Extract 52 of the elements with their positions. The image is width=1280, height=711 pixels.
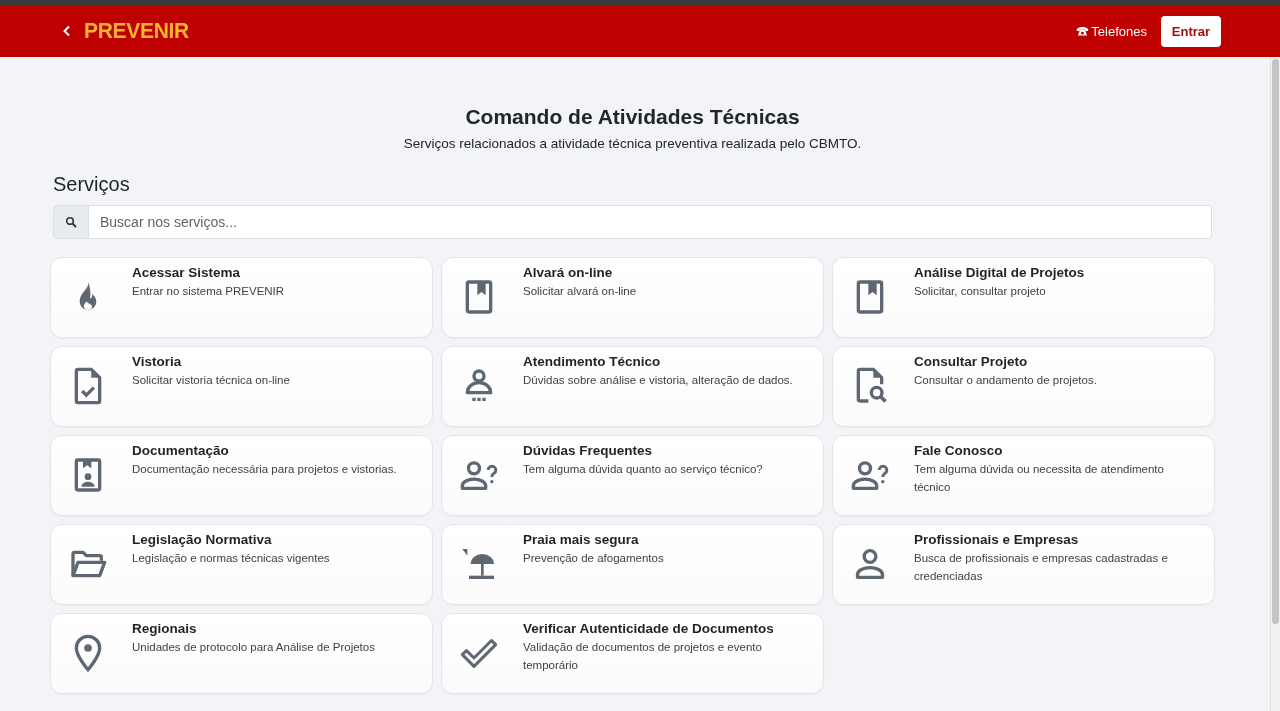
service-description: Solicitar alvará on-line: [523, 284, 637, 299]
service-title: Dúvidas Frequentes: [523, 443, 654, 459]
service-title: Alvará on-line: [523, 265, 614, 281]
service-description: Consultar o andamento de projetos.: [914, 373, 1097, 388]
service-title: Acessar Sistema: [132, 265, 242, 281]
service-card[interactable]: Fale Conosco Tem alguma dúvida ou necessita de atendimento técnico: [832, 435, 1215, 516]
phone-icon: [1076, 24, 1090, 38]
service-card[interactable]: Legislação Normativa Legislação e normas técnicas vigentes: [50, 524, 433, 605]
service-title: Fale Conosco: [914, 443, 1004, 459]
service-description: Solicitar vistoria técnica on-line: [132, 373, 290, 388]
search-button[interactable]: [53, 205, 89, 239]
phone-link[interactable]: Telefones: [1076, 23, 1147, 39]
service-card[interactable]: Vistoria Solicitar vistoria técnica on-line: [50, 346, 433, 427]
service-card[interactable]: Verificar Autenticidade de Documentos Validação de documentos de projetos e evento temporário: [441, 613, 824, 694]
service-card[interactable]: Dúvidas Frequentes Tem alguma dúvida quanto ao serviço técnico?: [441, 435, 824, 516]
section-title: Serviços: [53, 172, 131, 197]
logo[interactable]: PREVENIR: [84, 18, 189, 44]
service-description: Dúvidas sobre análise e vistoria, alteração de dados.: [523, 373, 793, 388]
service-description: Busca de profissionais e empresas cadastradas e credenciadas: [914, 551, 1169, 584]
service-card[interactable]: Praia mais segura Prevenção de afogamentos: [441, 524, 824, 605]
service-card[interactable]: Regionais Unidades de protocolo para Análise de Projetos: [50, 613, 433, 694]
service-description: Solicitar, consultar projeto: [914, 284, 1047, 299]
service-description: Unidades de protocolo para Análise de Projetos: [132, 640, 375, 655]
service-description: Tem alguma dúvida quanto ao serviço técnico?: [523, 462, 763, 477]
service-card[interactable]: Documentação Documentação necessária para projetos e vistorias.: [50, 435, 433, 516]
service-title: Análise Digital de Projetos: [914, 265, 1085, 281]
service-description: Validação de documentos de projetos e evento temporário: [523, 640, 763, 673]
service-card[interactable]: Acessar Sistema Entrar no sistema PREVENIR: [50, 257, 433, 338]
service-title: Profissionais e Empresas: [914, 532, 1080, 548]
service-card[interactable]: Atendimento Técnico Dúvidas sobre análise e vistoria, alteração de dados.: [441, 346, 824, 427]
login-button[interactable]: Entrar: [1161, 15, 1221, 47]
service-card[interactable]: Consultar Projeto Consultar o andamento de projetos.: [832, 346, 1215, 427]
service-description: Legislação e normas técnicas vigentes: [132, 551, 330, 566]
service-title: Praia mais segura: [523, 532, 640, 548]
service-description: Prevenção de afogamentos: [523, 551, 664, 566]
service-title: Verificar Autenticidade de Documentos: [523, 621, 775, 637]
service-title: Consultar Projeto: [914, 354, 1029, 370]
service-description: Tem alguma dúvida ou necessita de atendimento técnico: [914, 462, 1165, 495]
service-card[interactable]: Profissionais e Empresas Busca de profissionais e empresas cadastradas e credenciadas: [832, 524, 1215, 605]
service-card[interactable]: Alvará on-line Solicitar alvará on-line: [441, 257, 824, 338]
service-title: Vistoria: [132, 354, 183, 370]
service-title: Legislação Normativa: [132, 532, 273, 548]
page-subtitle: Serviços relacionados a atividade técnica preventiva realizada pelo CBMTO.: [402, 135, 863, 153]
service-title: Documentação: [132, 443, 230, 459]
service-card[interactable]: Análise Digital de Projetos Solicitar, consultar projeto: [832, 257, 1215, 338]
search-field[interactable]: Buscar nos serviços...: [89, 205, 1212, 239]
service-description: Entrar no sistema PREVENIR: [132, 284, 285, 299]
page-title: Comando de Atividades Técnicas: [464, 104, 801, 130]
service-title: Atendimento Técnico: [523, 354, 662, 370]
service-title: Regionais: [132, 621, 198, 637]
search-icon: [65, 216, 77, 228]
service-description: Documentação necessária para projetos e vistorias.: [132, 462, 397, 477]
